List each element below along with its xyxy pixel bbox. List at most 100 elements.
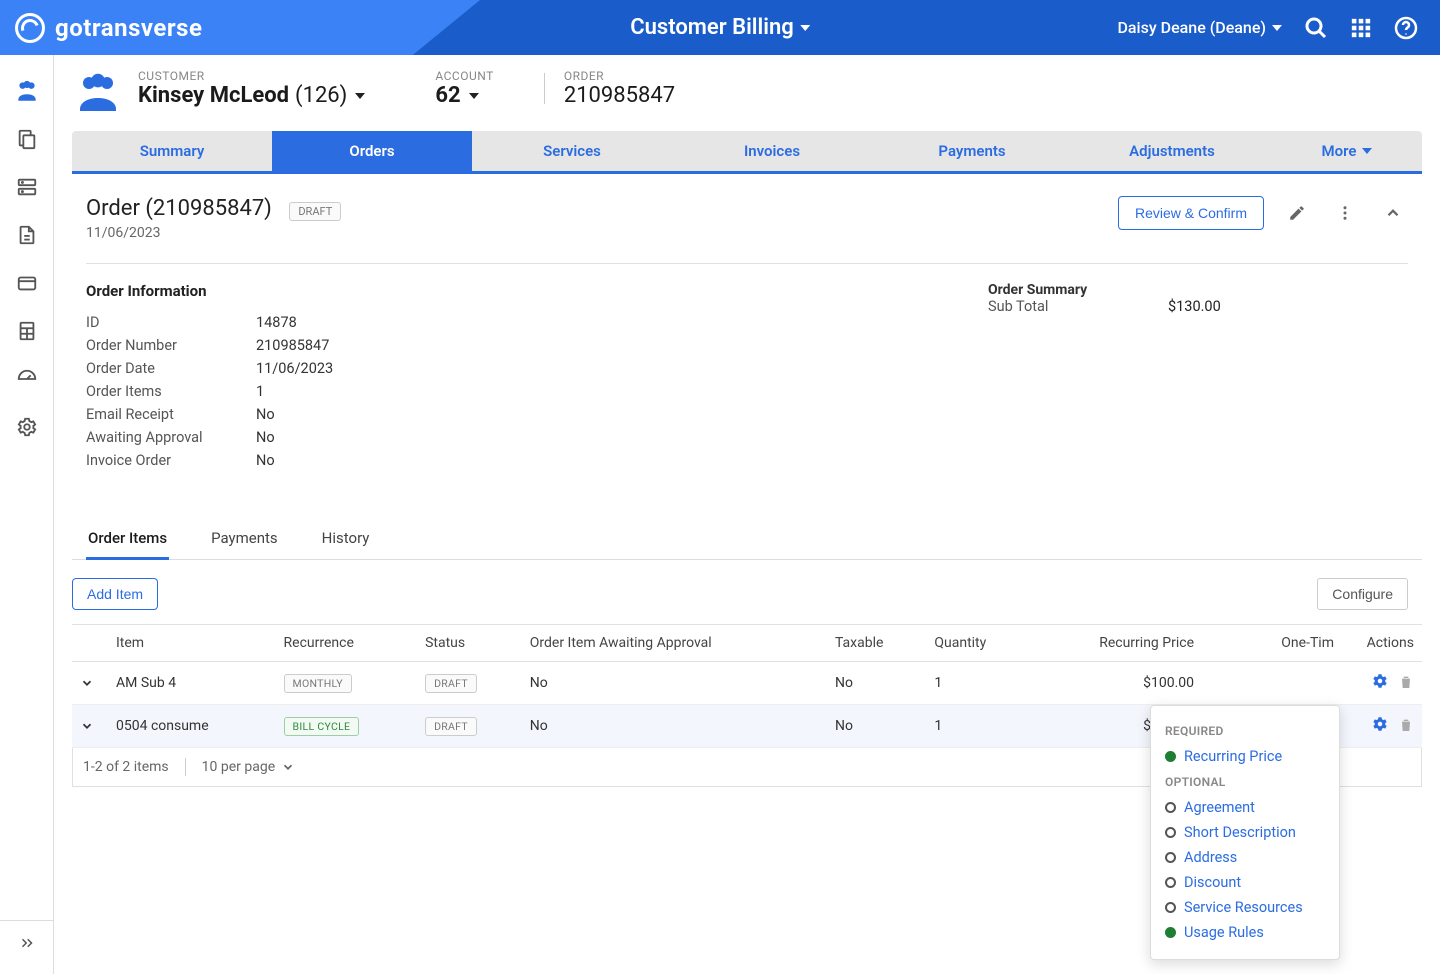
per-page-selector[interactable]: 10 per page [202, 759, 295, 775]
subtotal-value: $130.00 [1168, 298, 1408, 315]
sidebar-item-copy[interactable] [7, 117, 47, 161]
col-status[interactable]: Status [417, 625, 522, 662]
info-value: 11/06/2023 [256, 360, 988, 377]
subtab-order-items[interactable]: Order Items [86, 519, 169, 560]
popover-label: Discount [1184, 874, 1241, 891]
order-summary-heading: Order Summary [988, 282, 1408, 298]
info-value: 14878 [256, 314, 988, 331]
app-title-dropdown[interactable]: Customer Billing [630, 15, 810, 40]
add-item-button[interactable]: Add Item [72, 578, 158, 610]
customers-icon [74, 69, 122, 117]
sidebar-item-document[interactable] [7, 213, 47, 257]
order-date: 11/06/2023 [86, 225, 341, 241]
popover-item-recurring-price[interactable]: Recurring Price [1165, 744, 1325, 769]
popover-item-service-resources[interactable]: Service Resources [1165, 895, 1325, 920]
col-recurring-price[interactable]: Recurring Price [1031, 625, 1202, 662]
popover-label: Short Description [1184, 824, 1296, 841]
sidebar-item-customers[interactable] [7, 69, 47, 113]
breadcrumb-customer[interactable]: CUSTOMER Kinsey McLeod (126) [72, 69, 385, 117]
sidebar-item-card[interactable] [7, 261, 47, 305]
cell-status: DRAFT [417, 662, 522, 705]
expand-row-icon[interactable] [72, 705, 108, 748]
topbar-right: Daisy Deane (Deane) [1117, 16, 1440, 40]
apps-grid-icon[interactable] [1350, 17, 1372, 39]
info-label: Order Number [86, 337, 256, 354]
order-info-heading: Order Information [86, 282, 988, 300]
tab-orders[interactable]: Orders [272, 131, 472, 171]
col-recurrence[interactable]: Recurrence [276, 625, 418, 662]
caret-down-icon [355, 93, 365, 99]
sidebar-collapse-toggle[interactable] [0, 920, 53, 964]
brand[interactable]: gotransverse [0, 0, 202, 55]
subtab-payments[interactable]: Payments [209, 519, 280, 559]
pagination-count: 1-2 of 2 items [83, 759, 169, 775]
caret-down-icon [469, 93, 479, 99]
tab-more[interactable]: More [1272, 131, 1422, 171]
col-onetime[interactable]: One-Tim [1202, 625, 1342, 662]
cell-taxable: No [827, 705, 926, 748]
sidebar-item-servers[interactable] [7, 165, 47, 209]
brand-text: gotransverse [55, 14, 202, 42]
collapse-icon[interactable] [1378, 198, 1408, 228]
table-row: AM Sub 4 MONTHLY DRAFT No No 1 $100.00 [72, 662, 1422, 705]
more-vert-icon[interactable] [1330, 198, 1360, 228]
order-subtabs: Order Items Payments History [72, 519, 1422, 560]
sidebar-item-settings[interactable] [7, 405, 47, 449]
info-label: ID [86, 314, 256, 331]
status-dot-filled-icon [1165, 751, 1176, 762]
row-settings-icon[interactable] [1371, 672, 1389, 690]
popover-item-agreement[interactable]: Agreement [1165, 795, 1325, 820]
help-icon[interactable] [1394, 16, 1418, 40]
popover-item-usage-rules[interactable]: Usage Rules [1165, 920, 1325, 945]
order-header-actions: Review & Confirm [1118, 196, 1408, 230]
cell-recurrence: MONTHLY [276, 662, 418, 705]
popover-required-heading: REQUIRED [1165, 724, 1325, 738]
popover-item-discount[interactable]: Discount [1165, 870, 1325, 895]
popover-label: Recurring Price [1184, 748, 1282, 765]
row-delete-icon[interactable] [1398, 674, 1414, 690]
breadcrumb-account[interactable]: ACCOUNT 62 [415, 69, 513, 108]
info-value: 210985847 [256, 337, 988, 354]
order-label: ORDER [564, 69, 675, 83]
user-menu[interactable]: Daisy Deane (Deane) [1117, 18, 1282, 37]
col-await[interactable]: Order Item Awaiting Approval [522, 625, 827, 662]
info-label: Order Items [86, 383, 256, 400]
breadcrumb-order: ORDER 210985847 [544, 69, 695, 108]
tab-payments[interactable]: Payments [872, 131, 1072, 171]
customer-id: (126) [295, 83, 347, 108]
review-confirm-button[interactable]: Review & Confirm [1118, 196, 1264, 230]
breadcrumb: CUSTOMER Kinsey McLeod (126) ACCOUNT 62 … [72, 55, 1422, 131]
popover-item-address[interactable]: Address [1165, 845, 1325, 870]
expand-row-icon[interactable] [72, 662, 108, 705]
order-summary: Order Summary Sub Total $130.00 [988, 282, 1408, 469]
popover-item-short-description[interactable]: Short Description [1165, 820, 1325, 845]
col-item[interactable]: Item [108, 625, 276, 662]
search-icon[interactable] [1304, 16, 1328, 40]
chevron-down-icon [281, 760, 295, 774]
order-header: Order (210985847) DRAFT 11/06/2023 Revie… [72, 174, 1422, 241]
subtab-history[interactable]: History [320, 519, 372, 559]
customer-name: Kinsey McLeod [138, 83, 289, 108]
sidebar-item-calculator[interactable] [7, 309, 47, 353]
configure-button[interactable]: Configure [1317, 578, 1408, 610]
cell-actions [1342, 662, 1422, 705]
col-quantity[interactable]: Quantity [926, 625, 1031, 662]
info-label: Awaiting Approval [86, 429, 256, 446]
tab-summary[interactable]: Summary [72, 131, 272, 171]
tab-invoices[interactable]: Invoices [672, 131, 872, 171]
status-dot-empty-icon [1165, 877, 1176, 888]
sidebar-item-dashboard[interactable] [7, 357, 47, 401]
customer-label: CUSTOMER [138, 69, 365, 83]
cell-qty: 1 [926, 662, 1031, 705]
account-label: ACCOUNT [435, 69, 493, 83]
left-sidebar [0, 55, 54, 974]
edit-icon[interactable] [1282, 198, 1312, 228]
tab-services[interactable]: Services [472, 131, 672, 171]
col-taxable[interactable]: Taxable [827, 625, 926, 662]
tab-adjustments[interactable]: Adjustments [1072, 131, 1272, 171]
row-settings-icon[interactable] [1371, 715, 1389, 733]
order-info-row: Order Information ID14878 Order Number21… [72, 264, 1422, 469]
status-dot-filled-icon [1165, 927, 1176, 938]
topbar: gotransverse Customer Billing Daisy Dean… [0, 0, 1440, 55]
row-delete-icon[interactable] [1398, 717, 1414, 733]
